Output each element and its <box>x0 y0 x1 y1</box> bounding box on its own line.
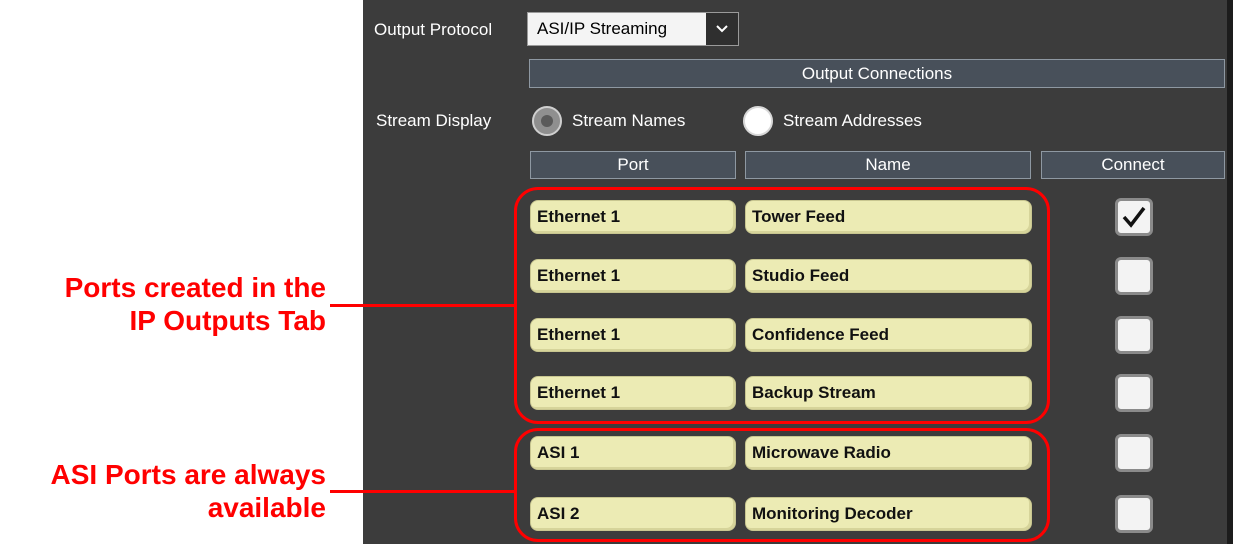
ip-ports-highlight <box>514 187 1050 424</box>
asi-ports-leader-line <box>330 490 516 493</box>
ip-ports-callout-line2: IP Outputs Tab <box>129 305 326 336</box>
stream-display-label: Stream Display <box>376 111 492 130</box>
output-connections-header: Output Connections <box>529 59 1225 88</box>
asi-ports-callout: ASI Ports are always available <box>0 458 326 524</box>
column-header-connect: Connect <box>1041 151 1225 179</box>
column-header-port: Port <box>530 151 736 179</box>
connect-checkbox[interactable] <box>1115 434 1153 472</box>
connect-checkbox[interactable] <box>1115 257 1153 295</box>
stream-names-radio[interactable] <box>532 106 562 136</box>
ip-ports-leader-line <box>330 304 516 307</box>
asi-ports-callout-line1: ASI Ports are always <box>50 459 326 490</box>
checkmark-icon <box>1122 206 1146 228</box>
connect-checkbox[interactable] <box>1115 495 1153 533</box>
connect-checkbox[interactable] <box>1115 198 1153 236</box>
stream-names-label[interactable]: Stream Names <box>572 111 685 131</box>
stream-addresses-radio[interactable] <box>743 106 773 136</box>
output-protocol-value: ASI/IP Streaming <box>528 13 706 45</box>
asi-ports-callout-line2: available <box>207 492 326 523</box>
asi-ports-highlight <box>514 428 1050 542</box>
output-protocol-label: Output Protocol <box>374 20 493 39</box>
stream-addresses-label[interactable]: Stream Addresses <box>783 111 922 131</box>
ip-ports-callout-line1: Ports created in the <box>64 272 326 303</box>
output-protocol-dropdown[interactable]: ASI/IP Streaming <box>527 12 739 46</box>
connect-checkbox[interactable] <box>1115 374 1153 412</box>
panel-edge <box>1227 0 1233 544</box>
ip-ports-callout: Ports created in the IP Outputs Tab <box>0 271 326 337</box>
column-header-name: Name <box>745 151 1031 179</box>
connect-checkbox[interactable] <box>1115 316 1153 354</box>
chevron-down-icon[interactable] <box>706 13 738 45</box>
